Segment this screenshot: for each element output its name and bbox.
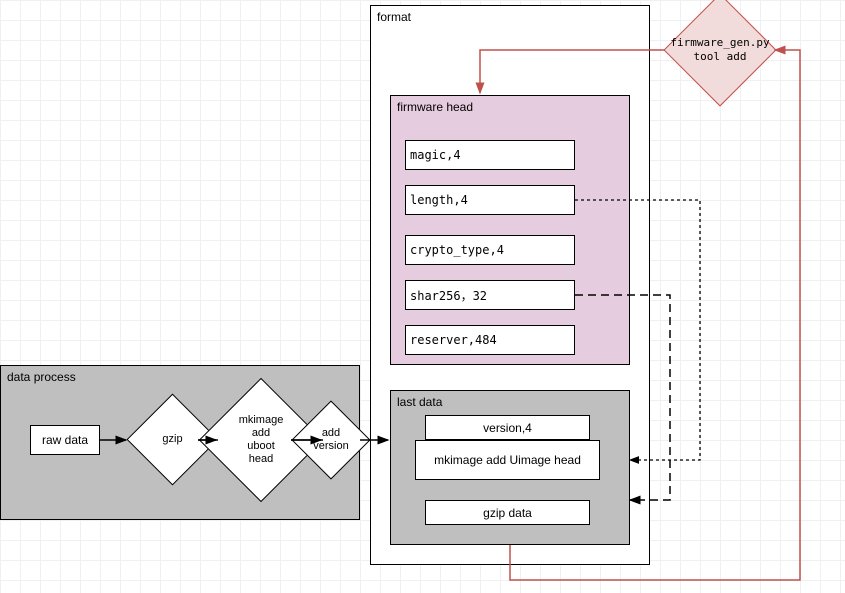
format-title: format (377, 10, 411, 24)
raw-data-label: raw data (42, 433, 88, 447)
firmware-gen-diamond: firmware_gen.pytool add (663, 0, 776, 107)
firmware-gen-label: firmware_gen.pytool add (681, 11, 759, 89)
field-reserver: reserver,484 (405, 325, 575, 355)
last-data-gzip: gzip data (425, 500, 590, 525)
gzip-label: gzip (141, 408, 204, 471)
field-length: length,4 (405, 185, 575, 215)
raw-data-box: raw data (30, 425, 100, 455)
last-data-version: version,4 (425, 415, 590, 440)
last-data-title: last data (397, 395, 442, 409)
field-magic: magic,4 (405, 140, 575, 170)
last-data-mkimage: mkimage add Uimage head (415, 440, 600, 480)
field-shar256: shar256，32 (405, 280, 575, 310)
firmware-head-title: firmware head (397, 100, 473, 114)
field-crypto-type: crypto_type,4 (405, 235, 575, 265)
add-version-label: addversion (304, 413, 358, 467)
data-process-title: data process (7, 370, 76, 384)
